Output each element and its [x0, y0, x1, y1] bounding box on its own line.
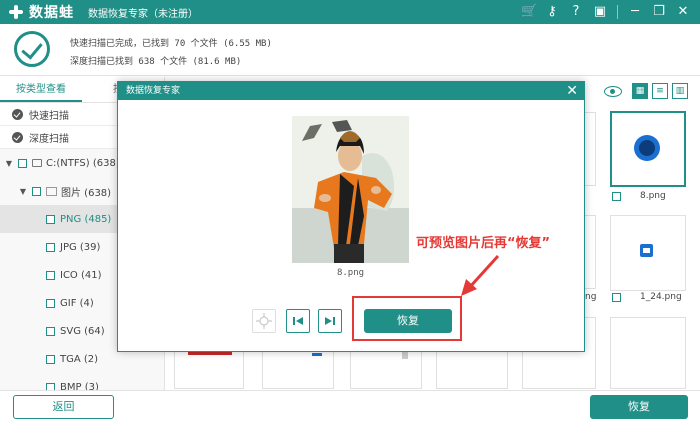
- file-name: 8.png: [640, 191, 666, 201]
- crosshair-icon: [256, 313, 272, 329]
- annotation-text: 可预览图片后再“恢复”: [416, 236, 551, 251]
- file-name: 1_24.png: [640, 292, 682, 302]
- logo-cross-icon: [8, 4, 24, 20]
- file-label[interactable]: 1_24.png: [612, 292, 682, 302]
- folder-file-icon: [640, 244, 653, 257]
- scan-summary: 快速扫描已完成，已找到 70 个文件 (6.55 MB) 深度扫描已找到 638…: [0, 24, 700, 76]
- skip-next-icon: [325, 317, 335, 325]
- window-controls: 🛒 ⚷ ? ▣ ─ ❐ ✕: [521, 0, 690, 24]
- chevron-down-icon[interactable]: ▼: [18, 187, 28, 196]
- quick-scan-status: 快速扫描已完成，已找到 70 个文件 (6.55 MB): [70, 39, 272, 49]
- thumbnail-fragment: [312, 353, 322, 356]
- type-label: BMP (3): [60, 381, 99, 391]
- preview-photo: [292, 116, 409, 263]
- app-name: 数据蛙: [29, 5, 74, 21]
- checkbox[interactable]: [46, 326, 55, 336]
- checkbox[interactable]: [46, 214, 55, 224]
- app-logo: 数据蛙: [8, 2, 74, 22]
- type-label: SVG (64): [60, 325, 105, 337]
- check-icon: [12, 108, 23, 120]
- skip-previous-icon: [293, 317, 303, 325]
- image-folder-icon: [46, 186, 57, 196]
- grid-view-icon[interactable]: ▦: [632, 83, 648, 99]
- check-icon: [12, 131, 23, 143]
- annotation-arrow-icon: [461, 254, 500, 296]
- image-preview: [292, 116, 409, 263]
- scan-mode-label: 深度扫描: [29, 133, 69, 145]
- scan-complete-icon: [14, 31, 50, 67]
- list-view-icon[interactable]: ≡: [652, 83, 668, 99]
- key-icon[interactable]: ⚷: [545, 0, 559, 24]
- checkbox[interactable]: [18, 158, 27, 168]
- highlight-box: [352, 296, 462, 341]
- checkbox[interactable]: [612, 292, 621, 302]
- video-file-icon: [634, 135, 660, 161]
- preview-dialog: 数据恢复专家 ✕ 8.png 恢复: [117, 81, 585, 352]
- recover-button[interactable]: 恢复: [590, 395, 688, 419]
- dialog-titlebar: 数据恢复专家 ✕: [118, 82, 584, 100]
- title-bar: 数据蛙 数据恢复专家（未注册） 🛒 ⚷ ? ▣ ─ ❐ ✕: [0, 0, 700, 24]
- view-toolbar: ▦ ≡ ▥: [604, 83, 688, 99]
- checkbox[interactable]: [46, 270, 55, 280]
- file-thumbnail[interactable]: [610, 317, 686, 389]
- file-label-partial: ng: [585, 292, 597, 302]
- chevron-down-icon[interactable]: ▼: [4, 159, 14, 168]
- drive-label: C:(NTFS) (638): [46, 157, 120, 169]
- type-label: TGA (2): [60, 353, 99, 365]
- type-label: GIF (4): [60, 297, 94, 309]
- tab-by-type[interactable]: 按类型查看: [0, 77, 82, 102]
- separator: [617, 5, 618, 19]
- thumbnail-fragment: [402, 351, 408, 359]
- type-label: PNG (485): [60, 213, 112, 225]
- footer-bar: 返回 恢复: [0, 390, 700, 428]
- preview-eye-icon[interactable]: [604, 85, 622, 97]
- checkbox[interactable]: [46, 298, 55, 308]
- type-label: JPG (39): [60, 241, 101, 253]
- deep-scan-status: 深度扫描已找到 638 个文件 (81.6 MB): [70, 57, 242, 67]
- file-thumbnail[interactable]: [610, 215, 686, 291]
- back-button[interactable]: 返回: [13, 395, 114, 419]
- close-icon[interactable]: ✕: [676, 0, 690, 24]
- checkbox[interactable]: [32, 186, 41, 196]
- file-label[interactable]: 8.png: [612, 191, 666, 201]
- restore-icon[interactable]: ❐: [652, 0, 666, 24]
- scan-mode-label: 快速扫描: [29, 110, 69, 122]
- help-icon[interactable]: ?: [569, 0, 583, 24]
- checkbox[interactable]: [46, 382, 55, 390]
- checkbox[interactable]: [46, 242, 55, 252]
- previous-image-button[interactable]: [286, 309, 310, 333]
- drive-icon: [32, 159, 42, 167]
- checkbox[interactable]: [612, 191, 621, 201]
- next-image-button[interactable]: [318, 309, 342, 333]
- cart-icon[interactable]: 🛒: [521, 0, 537, 24]
- type-label: ICO (41): [60, 269, 102, 281]
- dialog-title: 数据恢复专家: [126, 86, 181, 96]
- close-icon[interactable]: ✕: [566, 82, 578, 100]
- detail-view-icon[interactable]: ▥: [672, 83, 688, 99]
- file-thumbnail[interactable]: [610, 111, 686, 187]
- tree-item-type[interactable]: BMP (3): [0, 373, 164, 390]
- preview-filename: 8.png: [336, 268, 365, 278]
- folder-label: 图片 (638): [61, 187, 112, 199]
- checkbox[interactable]: [46, 354, 55, 364]
- save-icon[interactable]: ▣: [593, 0, 607, 24]
- minimize-icon[interactable]: ─: [628, 0, 642, 24]
- app-subtitle: 数据恢复专家（未注册）: [88, 8, 198, 20]
- fit-view-button[interactable]: [252, 309, 276, 333]
